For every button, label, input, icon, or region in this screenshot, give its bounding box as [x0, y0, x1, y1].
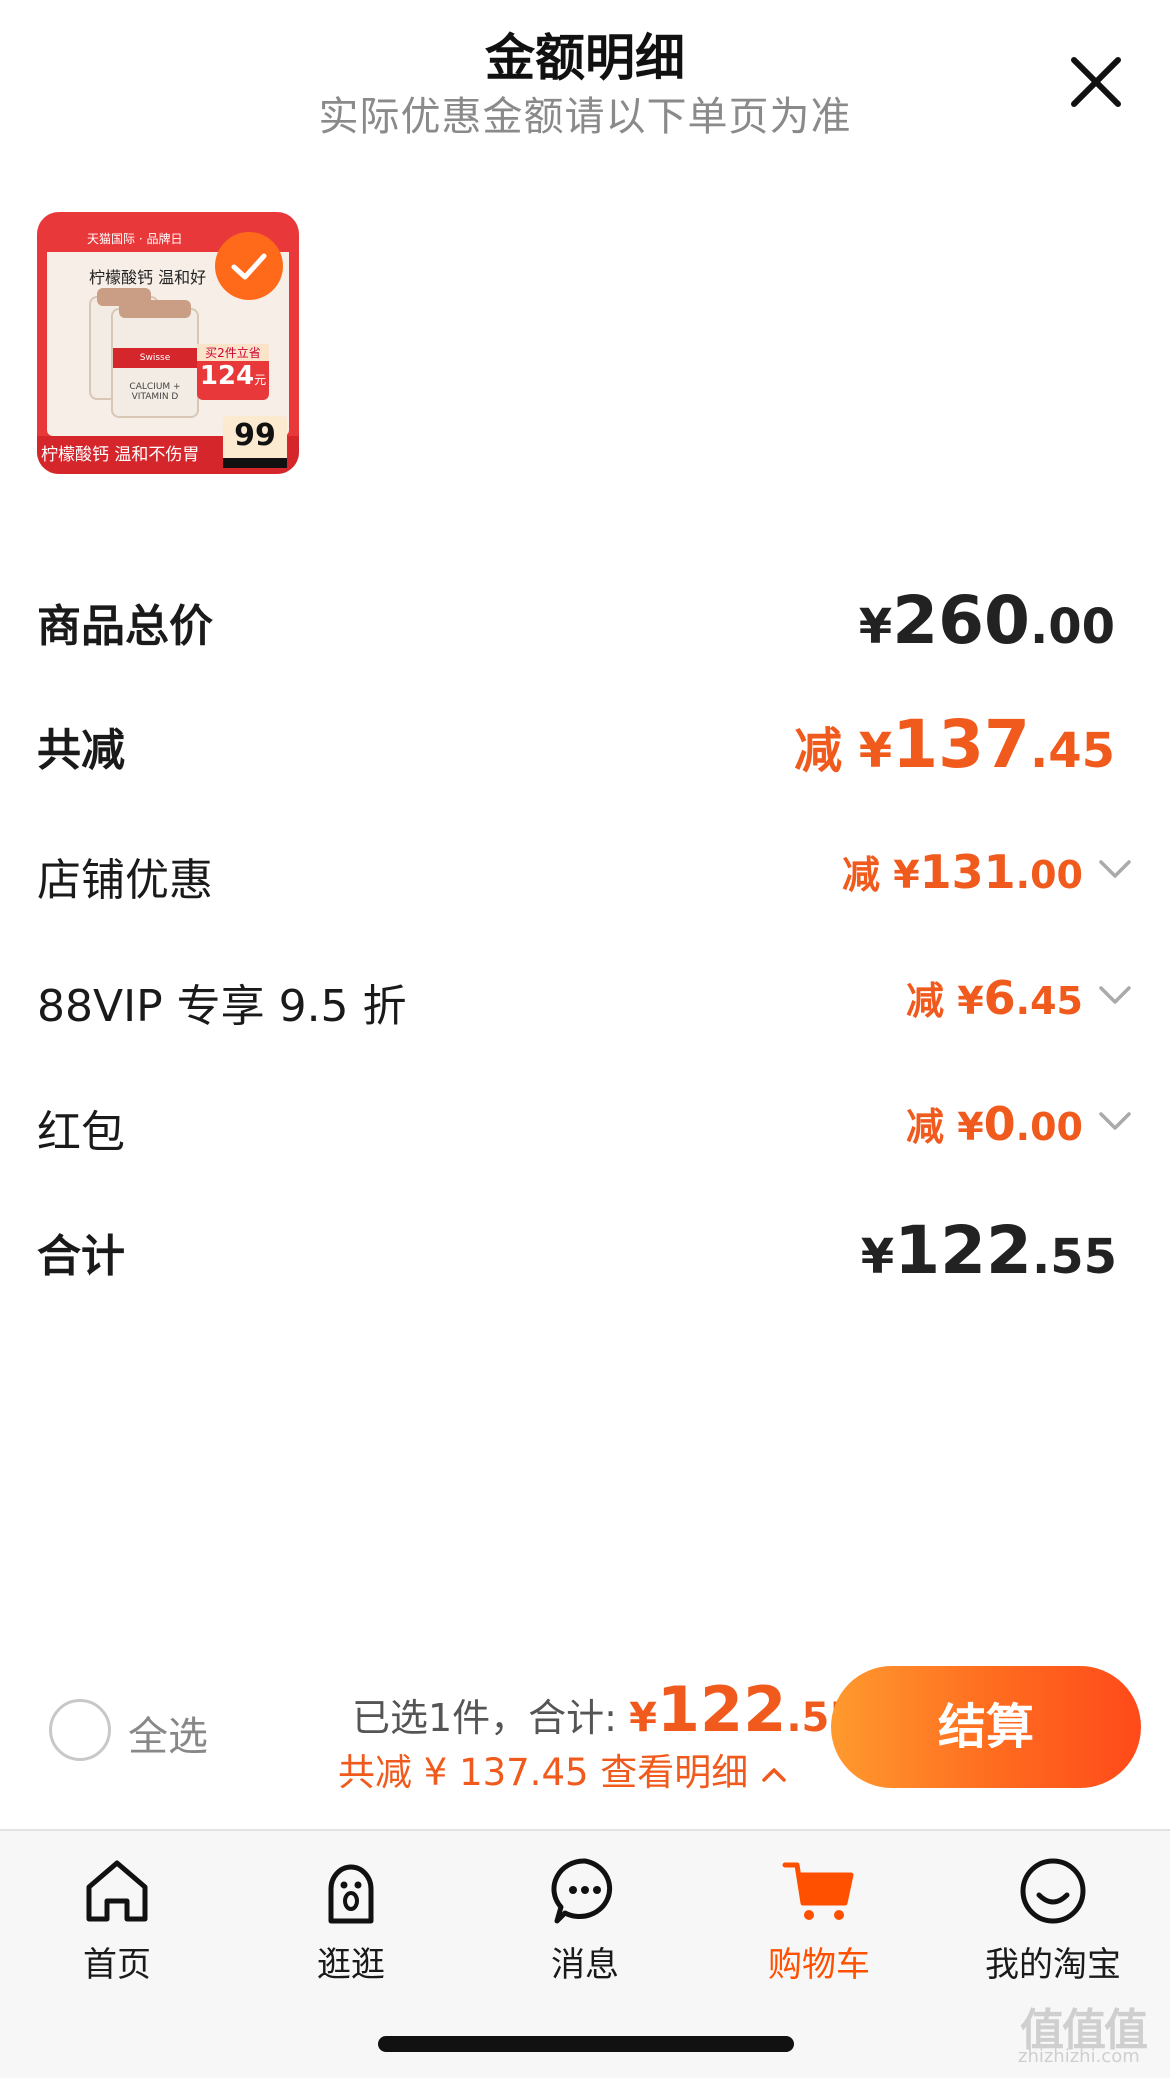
price-badge-value: 99 — [234, 418, 276, 453]
tab-home[interactable]: 首页 — [27, 1851, 207, 1986]
tab-profile[interactable]: 我的淘宝 — [963, 1851, 1143, 1986]
tab-messages-label: 消息 — [551, 1945, 619, 1985]
watermark-url: zhizhizhi.com — [1018, 2046, 1140, 2067]
row-total-discount: 共减 减 ¥137.45 — [37, 706, 1133, 786]
row-sum: 合计 ¥122.55 — [37, 1212, 1133, 1292]
browse-icon — [328, 1864, 374, 1924]
total-price-label: 商品总价 — [37, 601, 213, 652]
checkout-button[interactable]: 结算 — [831, 1666, 1141, 1788]
red-packet-label: 红包 — [37, 1107, 125, 1158]
row-vip-discount[interactable]: 88VIP 专享 9.5 折 减 ¥6.45 — [37, 966, 1133, 1036]
row-store-discount[interactable]: 店铺优惠 减 ¥131.00 — [37, 840, 1133, 910]
jar-brand-label: Swisse — [113, 348, 197, 368]
tab-messages[interactable]: 消息 — [495, 1851, 675, 1986]
total-price-value: ¥260.00 — [858, 582, 1115, 659]
row-total-price: 商品总价 ¥260.00 — [37, 582, 1133, 662]
red-packet-value: 减 ¥0.00 — [905, 1097, 1083, 1151]
select-all-label[interactable]: 全选 — [128, 1704, 208, 1762]
modal-header: 金额明细 实际优惠金额请以下单页为准 — [0, 0, 1170, 150]
store-discount-label: 店铺优惠 — [37, 855, 213, 906]
vip-discount-label: 88VIP 专享 9.5 折 — [37, 981, 407, 1032]
view-details-link[interactable]: 共减 ¥ 137.45 查看明细 — [338, 1742, 788, 1796]
chevron-down-icon[interactable] — [1097, 984, 1133, 1006]
vip-discount-value: 减 ¥6.45 — [905, 971, 1083, 1025]
home-indicator[interactable] — [378, 2036, 794, 2052]
row-red-packet[interactable]: 红包 减 ¥0.00 — [37, 1092, 1133, 1162]
checkmark-icon — [231, 253, 267, 280]
home-icon — [86, 1860, 148, 1922]
promo-big: 124 — [199, 361, 255, 391]
sum-value: ¥122.55 — [860, 1212, 1117, 1289]
total-discount-label: 共减 — [37, 725, 125, 776]
store-discount-value: 减 ¥131.00 — [841, 845, 1083, 899]
jar-text: CALCIUM + VITAMIN D — [129, 382, 181, 402]
selected-summary: 已选1件，合计: ¥122.55 — [352, 1673, 858, 1746]
tab-cart[interactable]: 购物车 — [729, 1851, 909, 1986]
tab-browse[interactable]: 逛逛 — [261, 1851, 441, 1986]
chevron-down-icon[interactable] — [1097, 1110, 1133, 1132]
total-discount-value: 减 ¥137.45 — [794, 706, 1115, 783]
selected-count-text: 已选1件，合计: — [352, 1696, 617, 1740]
tab-profile-label: 我的淘宝 — [985, 1945, 1121, 1985]
product-headline: 柠檬酸钙 温和好 — [89, 268, 207, 287]
chevron-down-icon[interactable] — [1097, 858, 1133, 880]
close-button[interactable] — [1066, 52, 1126, 112]
sum-label: 合计 — [37, 1231, 125, 1282]
product-jar-front: Swisse CALCIUM + VITAMIN D — [111, 300, 199, 418]
close-icon — [1071, 57, 1121, 107]
promo-tag: 买2件立省 124元 — [197, 344, 269, 400]
select-all-checkbox[interactable] — [49, 1699, 111, 1761]
promo-small: 买2件立省 — [197, 344, 269, 361]
tab-cart-label: 购物车 — [768, 1945, 870, 1985]
chevron-up-icon — [762, 1767, 786, 1782]
message-icon — [551, 1858, 613, 1924]
promo-unit: 元 — [254, 373, 267, 387]
product-selected-checkbox[interactable] — [215, 232, 283, 300]
tab-home-label: 首页 — [83, 1945, 151, 1985]
discount-details-text: 共减 ¥ 137.45 查看明细 — [338, 1751, 749, 1794]
tab-browse-label: 逛逛 — [317, 1945, 385, 1985]
page-title: 金额明细 — [485, 29, 685, 87]
summary-total-int: 122 — [656, 1673, 787, 1746]
cart-icon — [782, 1862, 854, 1920]
profile-icon — [1020, 1858, 1086, 1924]
price-badge: 99 — [223, 416, 287, 468]
page-subtitle: 实际优惠金额请以下单页为准 — [318, 94, 852, 140]
